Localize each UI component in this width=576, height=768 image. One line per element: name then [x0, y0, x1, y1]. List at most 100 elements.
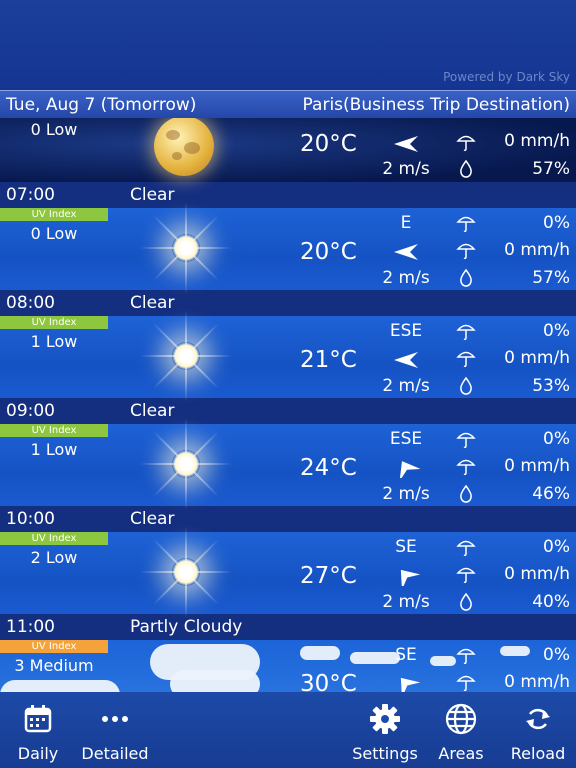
hour-header: 09:00 Clear: [0, 398, 576, 424]
condition-label: Clear: [130, 293, 175, 313]
tab-reload-label: Reload: [510, 744, 566, 763]
hour-time: 09:00: [6, 401, 55, 421]
hourly-forecast-list[interactable]: 0 Low 20°C 2 m/s 0 mm/h 57% 07:00 Clear …: [0, 118, 576, 692]
hour-header: 07:00 Clear: [0, 182, 576, 208]
umbrella-icon: [456, 459, 476, 476]
tab-daily-label: Daily: [17, 744, 59, 763]
condition-label: Partly Cloudy: [130, 617, 243, 637]
tab-daily[interactable]: Daily: [6, 692, 70, 768]
hourly-entry-0700: 07:00 Clear UV Index 0 Low 20°C E 2 m/s …: [0, 182, 576, 294]
sun-icon: [140, 202, 232, 294]
uv-value: 0 Low: [30, 120, 78, 139]
tab-detailed-label: Detailed: [81, 744, 149, 763]
wind-direction: SE: [395, 537, 417, 557]
calendar-icon: [24, 705, 52, 733]
wind-arrow-icon: [394, 136, 418, 152]
tab-settings[interactable]: Settings: [350, 692, 420, 768]
umbrella-icon: [456, 648, 476, 665]
wind-arrow-icon: [400, 569, 420, 586]
bottom-tab-bar: Daily Detailed Settings Areas Reload: [0, 692, 576, 768]
tab-reload[interactable]: Reload: [508, 692, 568, 768]
umbrella-icon: [456, 324, 476, 341]
reload-icon: [526, 708, 550, 730]
temperature: 27°C: [300, 563, 357, 589]
temperature: 30°C: [300, 671, 357, 692]
precip-probability: 0%: [543, 537, 570, 557]
uv-index-label: UV Index: [0, 316, 108, 329]
uv-index-label: UV Index: [0, 640, 108, 653]
precip-probability: 0%: [543, 321, 570, 341]
hour-time: 11:00: [6, 617, 55, 637]
wind-arrow-icon: [400, 677, 420, 692]
hour-time: 08:00: [6, 293, 55, 313]
hourly-row: UV Index 0 Low 20°C E 2 m/s 0% 0 mm/h 57…: [0, 202, 576, 294]
tab-detailed[interactable]: Detailed: [80, 692, 150, 768]
sun-icon: [140, 418, 232, 510]
precip-amount: 0 mm/h: [504, 348, 570, 368]
humidity-drop-icon: [460, 484, 472, 503]
wind-direction: SE: [395, 645, 417, 665]
precip-amount: 0 mm/h: [504, 672, 570, 692]
condition-label: Clear: [130, 401, 175, 421]
temperature: 20°C: [300, 131, 357, 157]
precip-probability: 0%: [543, 645, 570, 665]
wind-speed: 2 m/s: [382, 484, 430, 504]
hourly-entry-0900: 09:00 Clear UV Index 1 Low 24°C ESE 2 m/…: [0, 398, 576, 510]
wind-arrow-icon: [394, 244, 418, 260]
location-label: Paris(Business Trip Destination): [302, 94, 570, 115]
globe-icon: [445, 703, 477, 735]
wind-speed: 2 m/s: [382, 268, 430, 288]
umbrella-icon: [456, 243, 476, 260]
date-location-header: Tue, Aug 7 (Tomorrow) Paris(Business Tri…: [0, 90, 576, 118]
temperature: 21°C: [300, 347, 357, 373]
hour-time: 07:00: [6, 185, 55, 205]
umbrella-icon: [456, 216, 476, 233]
tab-areas[interactable]: Areas: [434, 692, 488, 768]
wind-speed: 2 m/s: [382, 159, 430, 179]
precip-amount: 0 mm/h: [504, 240, 570, 260]
temperature: 20°C: [300, 239, 357, 265]
precip-amount: 0 mm/h: [504, 564, 570, 584]
umbrella-icon: [456, 432, 476, 449]
precip-probability: 0%: [543, 213, 570, 233]
more-dots-icon: [102, 716, 128, 722]
top-bar: Powered by Dark Sky: [0, 0, 576, 90]
hourly-entry-1100: 11:00 Partly Cloudy UV Index 3 Medium 30…: [0, 614, 576, 692]
uv-value: 2 Low: [30, 548, 78, 567]
hourly-row: 0 Low 20°C 2 m/s 0 mm/h 57%: [0, 118, 576, 182]
uv-value: 0 Low: [30, 224, 78, 243]
precip-amount: 0 mm/h: [504, 131, 570, 151]
uv-value: 1 Low: [30, 440, 78, 459]
humidity: 40%: [532, 592, 570, 612]
wind-direction: E: [400, 213, 412, 233]
umbrella-icon: [456, 351, 476, 368]
wind-arrow-icon: [394, 352, 418, 368]
hourly-row: UV Index 1 Low 21°C ESE 2 m/s 0% 0 mm/h …: [0, 310, 576, 402]
partly-cloudy-icon: [146, 644, 226, 692]
uv-value: 3 Medium: [14, 656, 94, 675]
umbrella-icon: [456, 567, 476, 584]
condition-label: Clear: [130, 509, 175, 529]
powered-by-label[interactable]: Powered by Dark Sky: [443, 70, 570, 84]
gear-icon: [370, 704, 400, 734]
humidity-drop-icon: [460, 268, 472, 287]
tab-settings-label: Settings: [352, 744, 418, 763]
humidity: 53%: [532, 376, 570, 396]
humidity-drop-icon: [460, 376, 472, 395]
wind-direction: ESE: [389, 321, 423, 341]
wind-speed: 2 m/s: [382, 376, 430, 396]
hour-header: 08:00 Clear: [0, 290, 576, 316]
moon-icon: [146, 118, 226, 196]
humidity: 46%: [532, 484, 570, 504]
uv-index-label: UV Index: [0, 532, 108, 545]
sun-icon: [140, 526, 232, 618]
uv-index-label: UV Index: [0, 424, 108, 437]
umbrella-icon: [456, 675, 476, 692]
tab-areas-label: Areas: [438, 744, 484, 763]
hour-header: 11:00 Partly Cloudy: [0, 614, 576, 640]
sun-icon: [140, 310, 232, 402]
hourly-entry-0800: 08:00 Clear UV Index 1 Low 21°C ESE 2 m/…: [0, 290, 576, 402]
humidity: 57%: [532, 268, 570, 288]
humidity-drop-icon: [460, 592, 472, 611]
wind-direction: ESE: [389, 429, 423, 449]
